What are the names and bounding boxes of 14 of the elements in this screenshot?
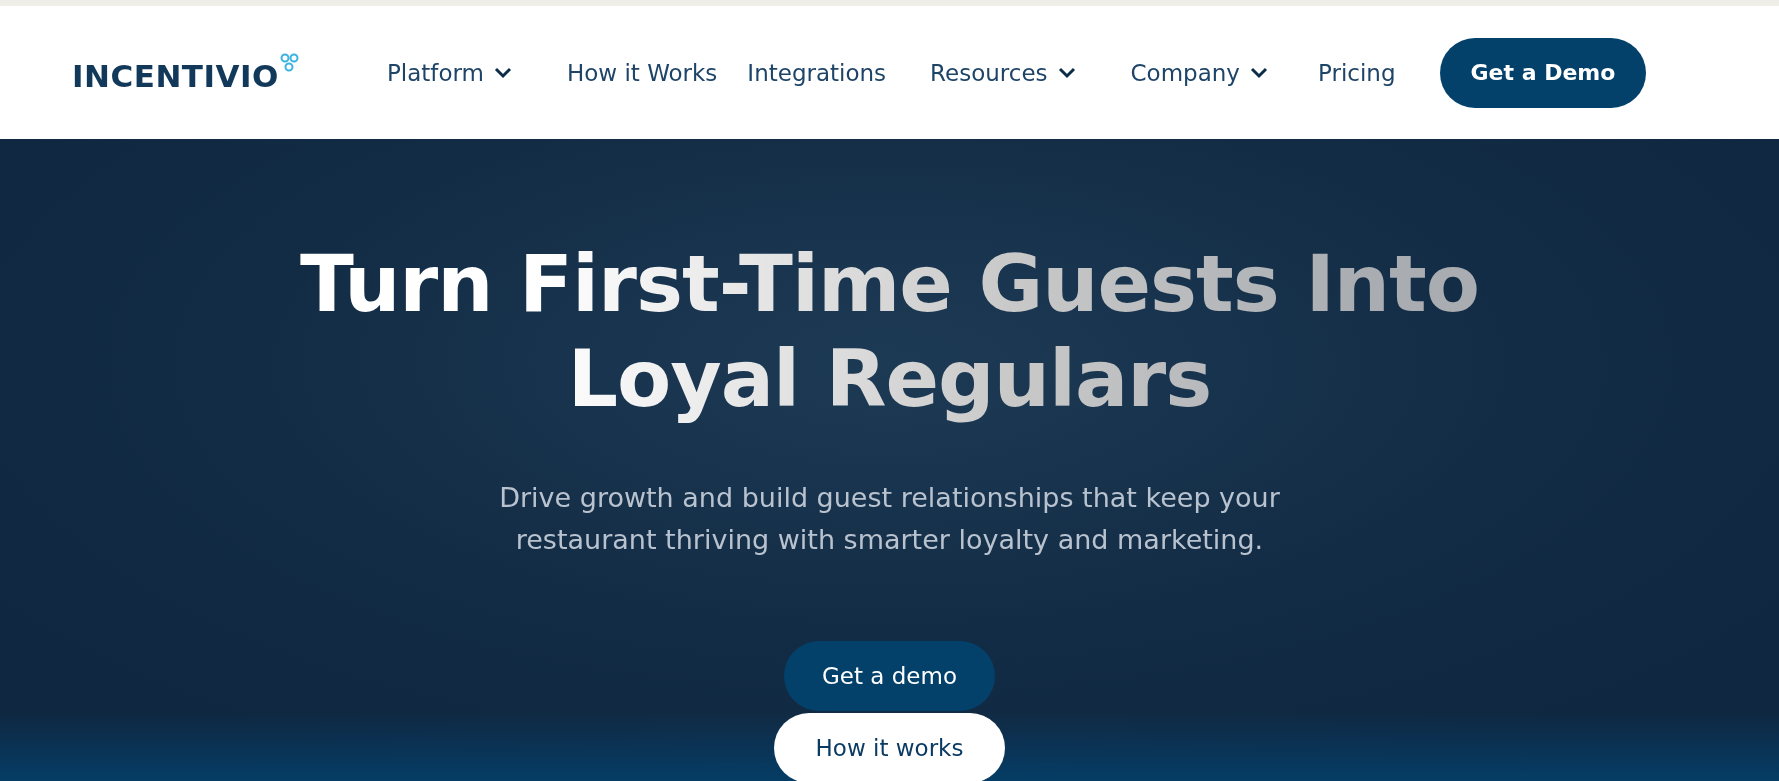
nav-menu-link[interactable]: Resources xyxy=(930,59,1076,86)
how-it-works-button[interactable]: How it works xyxy=(773,713,1006,781)
chevron-down-icon xyxy=(1249,66,1268,79)
chevron-down-icon xyxy=(493,66,512,79)
chevron-down-icon xyxy=(1057,66,1076,79)
nav-menu-link[interactable]: Platform xyxy=(386,59,512,86)
get-demo-button[interactable]: Get a Demo xyxy=(1439,37,1647,108)
get-demo-button[interactable]: Get a demo xyxy=(784,641,995,711)
hero-subtitle: Drive growth and build guest relationships that keep your restaurant thriving with smarter loyalty and marketing. xyxy=(499,481,1280,557)
nav-link[interactable]: Integrations xyxy=(747,59,887,86)
logo-wordmark[interactable]: INCENTIVIO xyxy=(72,61,279,92)
nav-menu-link[interactable]: Company xyxy=(1130,59,1268,86)
nav-link[interactable]: Pricing xyxy=(1317,59,1396,86)
nav-link[interactable]: How it Works xyxy=(566,59,718,86)
